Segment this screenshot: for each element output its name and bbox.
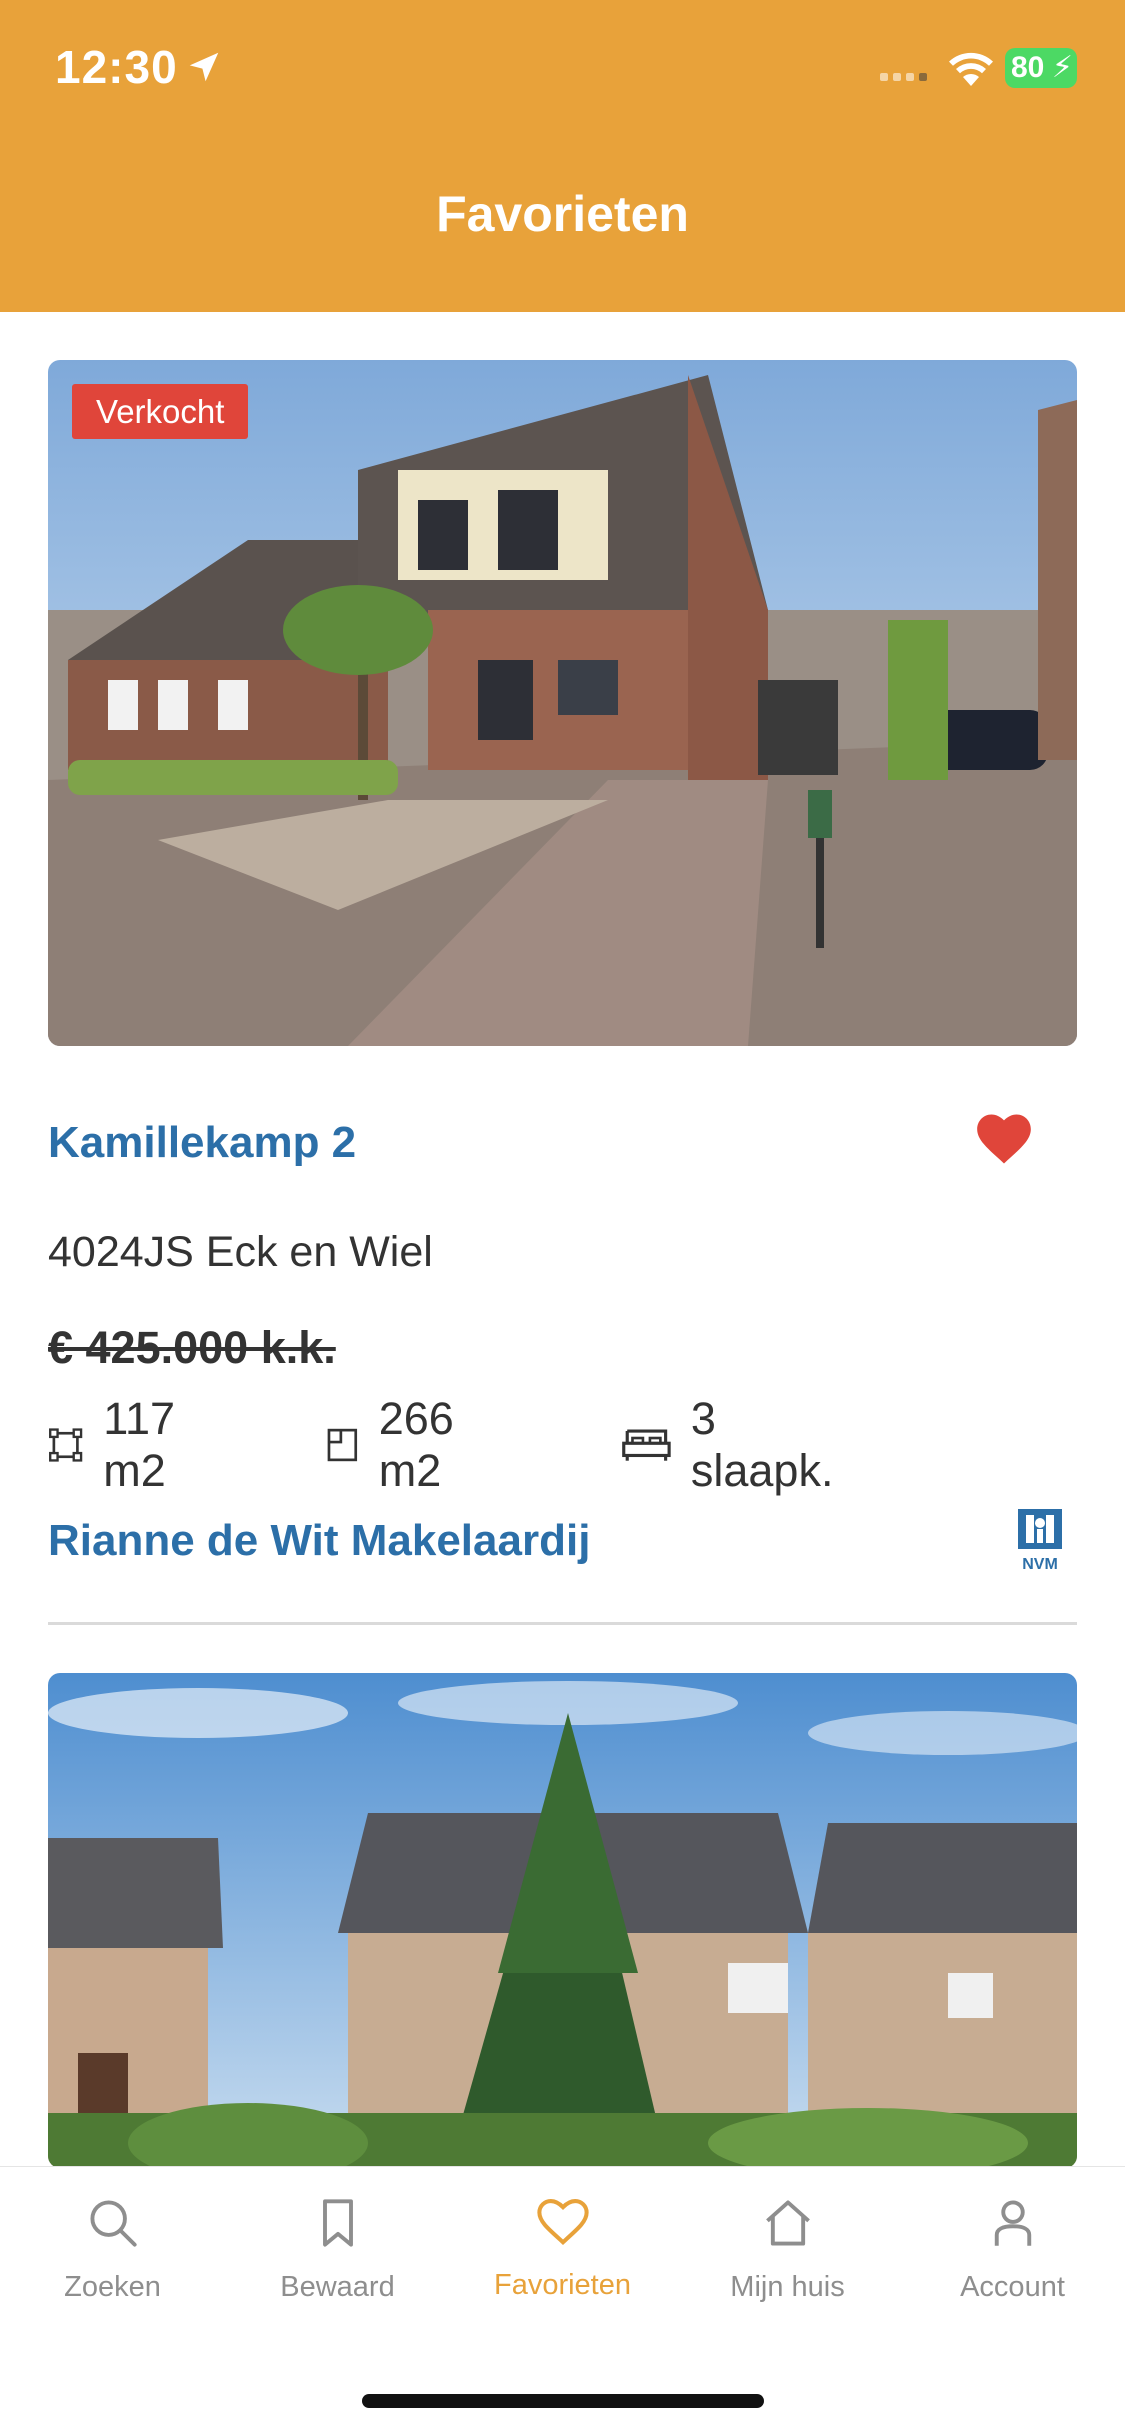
listing-address: 4024JS Eck en Wiel	[48, 1228, 433, 1276]
tab-zoeken[interactable]: Zoeken	[0, 2197, 225, 2304]
floor-area-icon	[49, 1428, 83, 1462]
status-time: 12:30	[55, 41, 178, 93]
nvm-logo-icon: NVM	[1018, 1509, 1062, 1573]
wifi-icon	[949, 52, 993, 86]
nvm-logo-text: NVM	[1022, 1556, 1058, 1573]
listing-photo[interactable]	[48, 360, 1077, 1046]
bedrooms-value: 3 slaapk.	[690, 1393, 834, 1496]
heart-icon	[536, 2199, 589, 2246]
bookmark-icon	[322, 2199, 353, 2247]
heart-icon[interactable]	[976, 1114, 1032, 1164]
bed-icon	[622, 1429, 671, 1461]
bedrooms: 3 slaapk.	[622, 1393, 843, 1496]
person-icon	[994, 2200, 1031, 2246]
tab-favorieten[interactable]: Favorieten	[450, 2197, 675, 2302]
listing-price: € 425.000 k.k.	[48, 1322, 336, 1373]
living-area: 117 m2	[48, 1393, 196, 1496]
home-indicator[interactable]	[362, 2394, 764, 2408]
tab-label: Bewaard	[280, 2271, 395, 2303]
plot-area-icon	[327, 1428, 358, 1462]
house-icon	[765, 2200, 810, 2246]
tab-label: Favorieten	[493, 2269, 631, 2301]
agent-name-link[interactable]: Rianne de Wit Makelaardij	[48, 1516, 590, 1566]
cellular-signal-icon	[880, 68, 932, 86]
tab-mijn-huis[interactable]: Mijn huis	[675, 2197, 900, 2304]
listing-divider	[48, 1622, 1077, 1625]
listing-street[interactable]: Kamillekamp 2	[48, 1118, 356, 1168]
charging-bolt-icon: ⚡	[1051, 51, 1073, 84]
search-icon	[89, 2200, 137, 2247]
page-title: Favorieten	[436, 186, 689, 242]
house-photo-image	[48, 1673, 1077, 2168]
sold-badge: Verkocht	[72, 384, 249, 439]
location-arrow-icon	[189, 52, 219, 82]
plot-area: 266 m2	[326, 1393, 473, 1496]
tab-account[interactable]: Account	[900, 2197, 1125, 2304]
house-photo-image	[48, 360, 1077, 1046]
app-header: 12:30 80 ⚡ Favorieten	[0, 0, 1125, 312]
tab-label: Zoeken	[64, 2271, 161, 2303]
tab-label: Account	[960, 2271, 1065, 2303]
tab-bewaard[interactable]: Bewaard	[225, 2197, 450, 2304]
listing-photo-2[interactable]	[48, 1673, 1077, 2168]
status-bar: 12:30 80 ⚡	[0, 0, 1125, 140]
tab-label: Mijn huis	[730, 2271, 845, 2303]
plot-area-value: 266 m2	[378, 1393, 454, 1496]
battery-indicator: 80 ⚡	[1005, 48, 1077, 88]
battery-level: 80	[1011, 51, 1045, 84]
living-area-value: 117 m2	[103, 1393, 176, 1496]
